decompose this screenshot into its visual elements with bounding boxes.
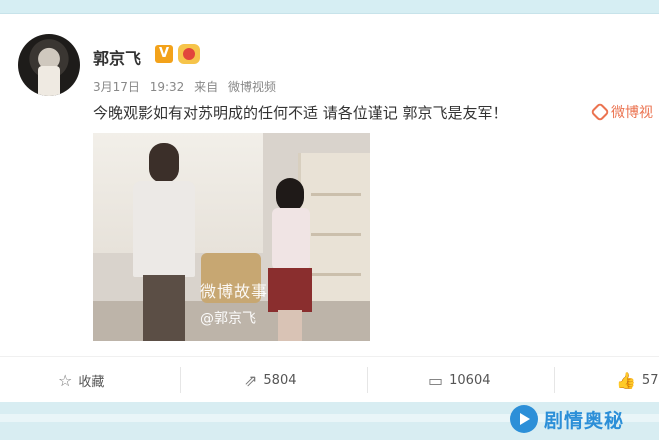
verified-badge-icon: V [155, 45, 173, 63]
post-text: 今晚观影如有对苏明成的任何不适 请各位谨记 郭京飞是友军！ [93, 104, 508, 122]
star-icon: ☆ [58, 370, 73, 390]
weibo-post-frame: 郭京飞 V 3月17日 19:32 来自 微博视频 今晚观影如有对苏明成的任何不… [0, 0, 659, 440]
scene-woman-figure [268, 178, 313, 341]
video-link-label: 微博视 [611, 105, 653, 121]
divider [554, 367, 555, 393]
repost-button[interactable]: ⇗ 5804 [244, 357, 297, 403]
repost-icon: ⇗ [244, 370, 258, 390]
like-count: 574 [641, 372, 659, 388]
comment-count: 10604 [449, 372, 491, 388]
media-watermark: 微博故事 [200, 282, 269, 301]
thumbs-up-icon: 👍 [616, 370, 636, 390]
scene-man-figure [133, 143, 195, 341]
link-icon [590, 102, 610, 122]
action-bar: ☆ 收藏 ⇗ 5804 ▭ 10604 👍 574 [0, 356, 659, 402]
avatar[interactable] [18, 34, 80, 96]
like-button[interactable]: 👍 574 [616, 357, 659, 403]
source-prefix: 来自 [194, 80, 219, 94]
vip-crown-icon [178, 44, 200, 64]
video-thumbnail[interactable]: 微博故事 @郭京飞 [93, 133, 370, 341]
post-date[interactable]: 3月17日 [93, 80, 140, 94]
post-meta: 3月17日 19:32 来自 微博视频 [93, 78, 282, 95]
comment-button[interactable]: ▭ 10604 [428, 357, 490, 403]
media-handle: @郭京飞 [200, 311, 256, 327]
divider [367, 367, 368, 393]
site-logo-name: 剧情奥秘 [544, 409, 625, 432]
video-link[interactable]: 微博视 [590, 102, 653, 122]
favorite-button[interactable]: ☆ 收藏 [58, 357, 104, 403]
favorite-label: 收藏 [78, 374, 105, 390]
divider [180, 367, 181, 393]
play-icon [510, 405, 538, 433]
comment-icon: ▭ [428, 370, 444, 390]
post-time[interactable]: 19:32 [150, 80, 185, 94]
repost-count: 5804 [263, 372, 297, 388]
author-name[interactable]: 郭京飞 [93, 45, 141, 69]
site-logo: 剧情奥秘 [510, 402, 624, 436]
top-stripe [0, 0, 659, 14]
post-source[interactable]: 微博视频 [228, 80, 276, 94]
